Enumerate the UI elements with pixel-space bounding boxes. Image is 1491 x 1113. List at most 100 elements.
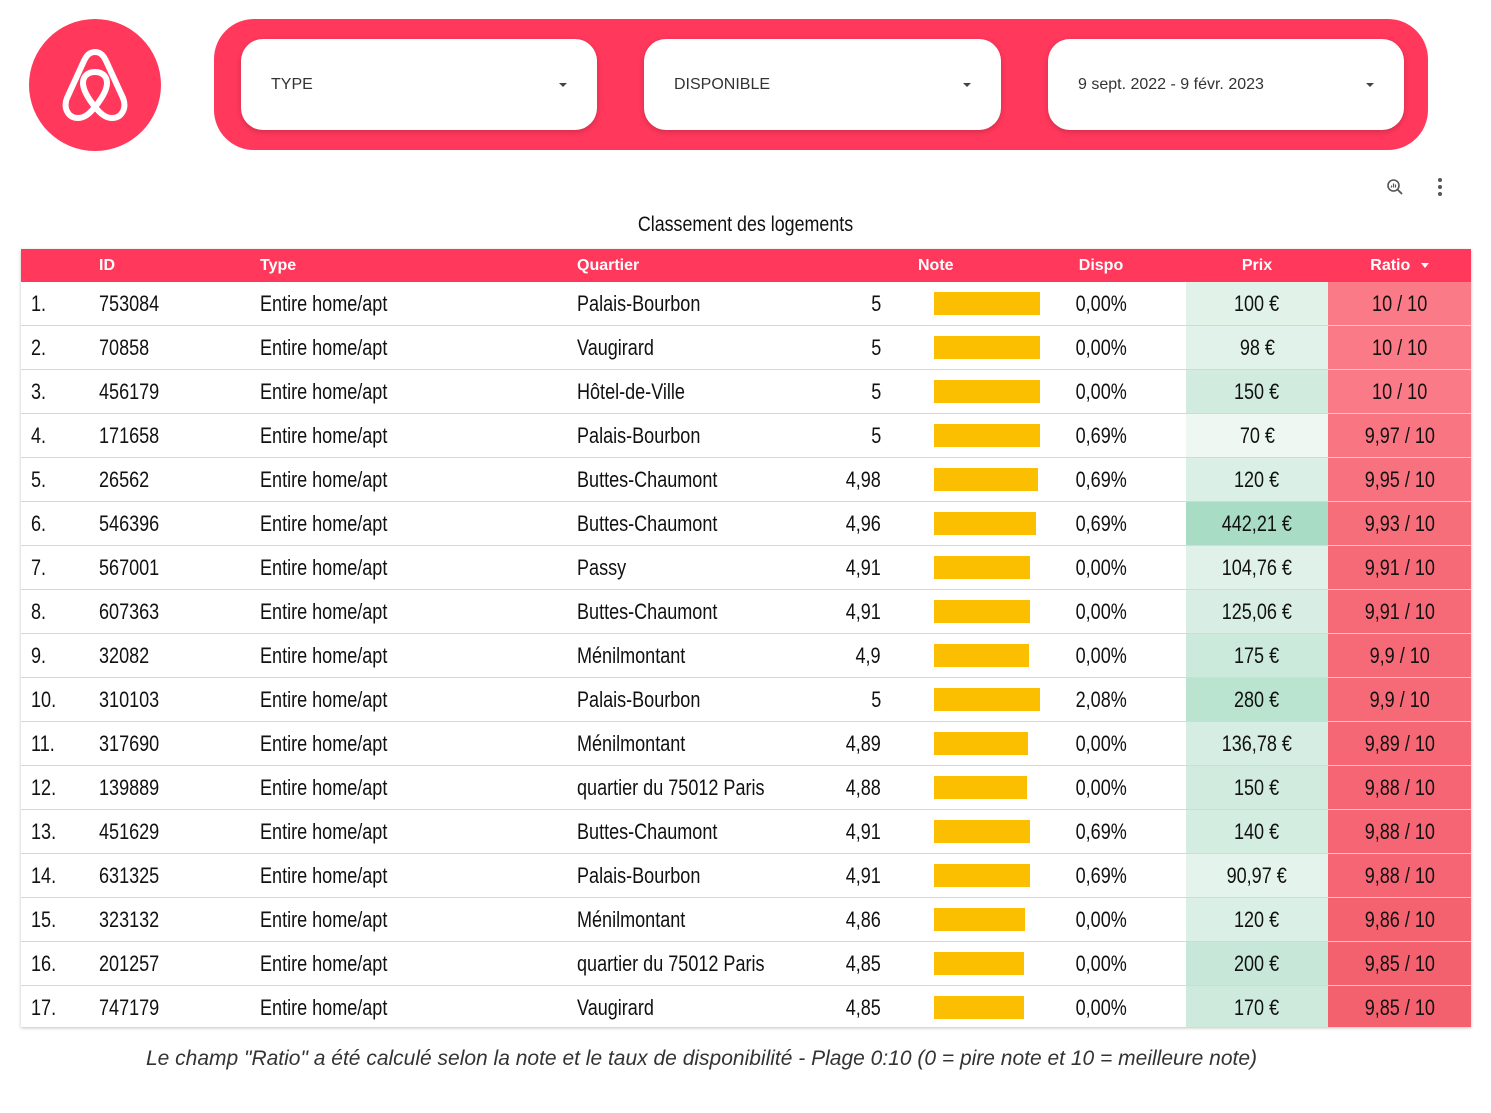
- note-bar: [934, 776, 1027, 799]
- type-cell: Entire home/apt: [260, 941, 577, 986]
- header-id[interactable]: ID: [97, 249, 260, 282]
- header-type[interactable]: Type: [260, 249, 577, 282]
- note-bar: [934, 600, 1030, 623]
- dispo-cell: 2,08%: [1016, 677, 1186, 722]
- table-row[interactable]: 5. 26562 Entire home/apt Buttes-Chaumont 4,9…: [21, 457, 1471, 502]
- note-cell: 4,91: [829, 809, 1030, 854]
- id-cell: 323132: [97, 897, 260, 942]
- id-cell: 70858: [97, 325, 260, 370]
- more-options-button[interactable]: [1429, 176, 1451, 198]
- table-row[interactable]: 15. 323132 Entire home/apt Ménilmontant 4,86…: [21, 897, 1471, 942]
- rank-cell: 13.: [21, 809, 97, 854]
- note-cell: 4,91: [829, 589, 1030, 634]
- table-body: 1. 753084 Entire home/apt Palais-Bourbon 5 0,…: [21, 282, 1471, 1027]
- prix-cell: 280 €: [1186, 677, 1328, 722]
- table-row[interactable]: 6. 546396 Entire home/apt Buttes-Chaumont 4,…: [21, 501, 1471, 546]
- header-note[interactable]: Note: [829, 249, 1016, 282]
- prix-cell: 175 €: [1186, 633, 1328, 678]
- note-bar: [934, 864, 1030, 887]
- dispo-cell: 0,69%: [1016, 413, 1186, 458]
- type-cell: Entire home/apt: [260, 501, 577, 546]
- note-bar: [934, 644, 1029, 667]
- note-value: 4,85: [845, 950, 881, 976]
- note-cell: 4,86: [829, 897, 1025, 942]
- rank-cell: 2.: [21, 325, 97, 370]
- note-cell: 4,91: [829, 853, 1030, 898]
- quartier-cell: Ménilmontant: [577, 897, 829, 942]
- type-cell: Entire home/apt: [260, 897, 577, 942]
- table-row[interactable]: 3. 456179 Entire home/apt Hôtel-de-Ville 5 0,…: [21, 369, 1471, 414]
- ratio-cell: 9,86 / 10: [1328, 897, 1471, 942]
- quartier-cell: Palais-Bourbon: [577, 282, 829, 326]
- header-ratio[interactable]: Ratio: [1328, 249, 1471, 282]
- note-bar: [934, 380, 1040, 403]
- table-row[interactable]: 8. 607363 Entire home/apt Buttes-Chaumont 4,…: [21, 589, 1471, 634]
- table-header-row: ID Type Quartier Note Dispo Prix Ratio: [21, 249, 1471, 282]
- table-row[interactable]: 4. 171658 Entire home/apt Palais-Bourbon 5 0,…: [21, 413, 1471, 458]
- rank-cell: 17.: [21, 985, 97, 1027]
- table-row[interactable]: 9. 32082 Entire home/apt Ménilmontant 4,9 0,0…: [21, 633, 1471, 678]
- table-row[interactable]: 17. 747179 Entire home/apt Vaugirard 4,85 0,0…: [21, 985, 1471, 1027]
- table-row[interactable]: 7. 567001 Entire home/apt Passy 4,91 0,00% 104…: [21, 545, 1471, 590]
- table-row[interactable]: 13. 451629 Entire home/apt Buttes-Chaumont 4…: [21, 809, 1471, 854]
- explore-zoom-button[interactable]: [1384, 176, 1406, 198]
- rank-cell: 1.: [21, 282, 97, 326]
- id-cell: 747179: [97, 985, 260, 1027]
- rank-cell: 15.: [21, 897, 97, 942]
- table-title: Classement des logements: [637, 213, 854, 236]
- prix-cell: 120 €: [1186, 897, 1328, 942]
- table-row[interactable]: 16. 201257 Entire home/apt quartier du 7501…: [21, 941, 1471, 986]
- quartier-cell: quartier du 75012 Paris: [577, 941, 829, 986]
- rank-cell: 14.: [21, 853, 97, 898]
- table-row[interactable]: 11. 317690 Entire home/apt Ménilmontant 4,89…: [21, 721, 1471, 766]
- dispo-cell: 0,00%: [1016, 941, 1186, 986]
- table-row[interactable]: 10. 310103 Entire home/apt Palais-Bourbon 5 2…: [21, 677, 1471, 722]
- table-row[interactable]: 2. 70858 Entire home/apt Vaugirard 5 0,00% 98 …: [21, 325, 1471, 370]
- ratio-cell: 9,97 / 10: [1328, 413, 1471, 458]
- ratio-cell: 9,9 / 10: [1328, 677, 1471, 722]
- header-prix[interactable]: Prix: [1186, 249, 1328, 282]
- table-row[interactable]: 1. 753084 Entire home/apt Palais-Bourbon 5 0,…: [21, 282, 1471, 326]
- id-cell: 32082: [97, 633, 260, 678]
- quartier-cell: Ménilmontant: [577, 633, 829, 678]
- rank-cell: 16.: [21, 941, 97, 986]
- type-filter-dropdown[interactable]: TYPE: [241, 39, 597, 130]
- note-cell: 5: [829, 282, 1040, 326]
- ratio-cell: 9,88 / 10: [1328, 765, 1471, 810]
- dispo-cell: 0,00%: [1016, 633, 1186, 678]
- filter-bar: TYPE DISPONIBLE 9 sept. 2022 - 9 févr. 2…: [214, 19, 1428, 150]
- date-range-picker[interactable]: 9 sept. 2022 - 9 févr. 2023: [1048, 39, 1404, 130]
- note-bar: [934, 512, 1036, 535]
- id-cell: 631325: [97, 853, 260, 898]
- note-bar: [934, 732, 1028, 755]
- rank-cell: 11.: [21, 721, 97, 766]
- header-dispo[interactable]: Dispo: [1016, 249, 1186, 282]
- prix-cell: 100 €: [1186, 282, 1328, 326]
- quartier-cell: Vaugirard: [577, 985, 829, 1027]
- note-bar: [934, 336, 1040, 359]
- type-cell: Entire home/apt: [260, 985, 577, 1027]
- type-cell: Entire home/apt: [260, 325, 577, 370]
- id-cell: 456179: [97, 369, 260, 414]
- prix-cell: 442,21 €: [1186, 501, 1328, 546]
- dispo-filter-dropdown[interactable]: DISPONIBLE: [644, 39, 1001, 130]
- quartier-cell: Palais-Bourbon: [577, 853, 829, 898]
- note-value: 4,9: [855, 642, 881, 668]
- ratio-cell: 9,88 / 10: [1328, 853, 1471, 898]
- rank-cell: 10.: [21, 677, 97, 722]
- prix-cell: 150 €: [1186, 765, 1328, 810]
- airbnb-logo-icon: [62, 49, 128, 121]
- ratio-cell: 9,93 / 10: [1328, 501, 1471, 546]
- dispo-cell: 0,00%: [1016, 765, 1186, 810]
- id-cell: 139889: [97, 765, 260, 810]
- note-value: 4,91: [845, 818, 881, 844]
- type-cell: Entire home/apt: [260, 369, 577, 414]
- type-cell: Entire home/apt: [260, 677, 577, 722]
- table-row[interactable]: 14. 631325 Entire home/apt Palais-Bourbon 4,…: [21, 853, 1471, 898]
- note-value: 5: [870, 422, 881, 448]
- type-cell: Entire home/apt: [260, 633, 577, 678]
- table-row[interactable]: 12. 139889 Entire home/apt quartier du 7501…: [21, 765, 1471, 810]
- prix-cell: 200 €: [1186, 941, 1328, 986]
- note-value: 5: [870, 686, 881, 712]
- header-quartier[interactable]: Quartier: [577, 249, 829, 282]
